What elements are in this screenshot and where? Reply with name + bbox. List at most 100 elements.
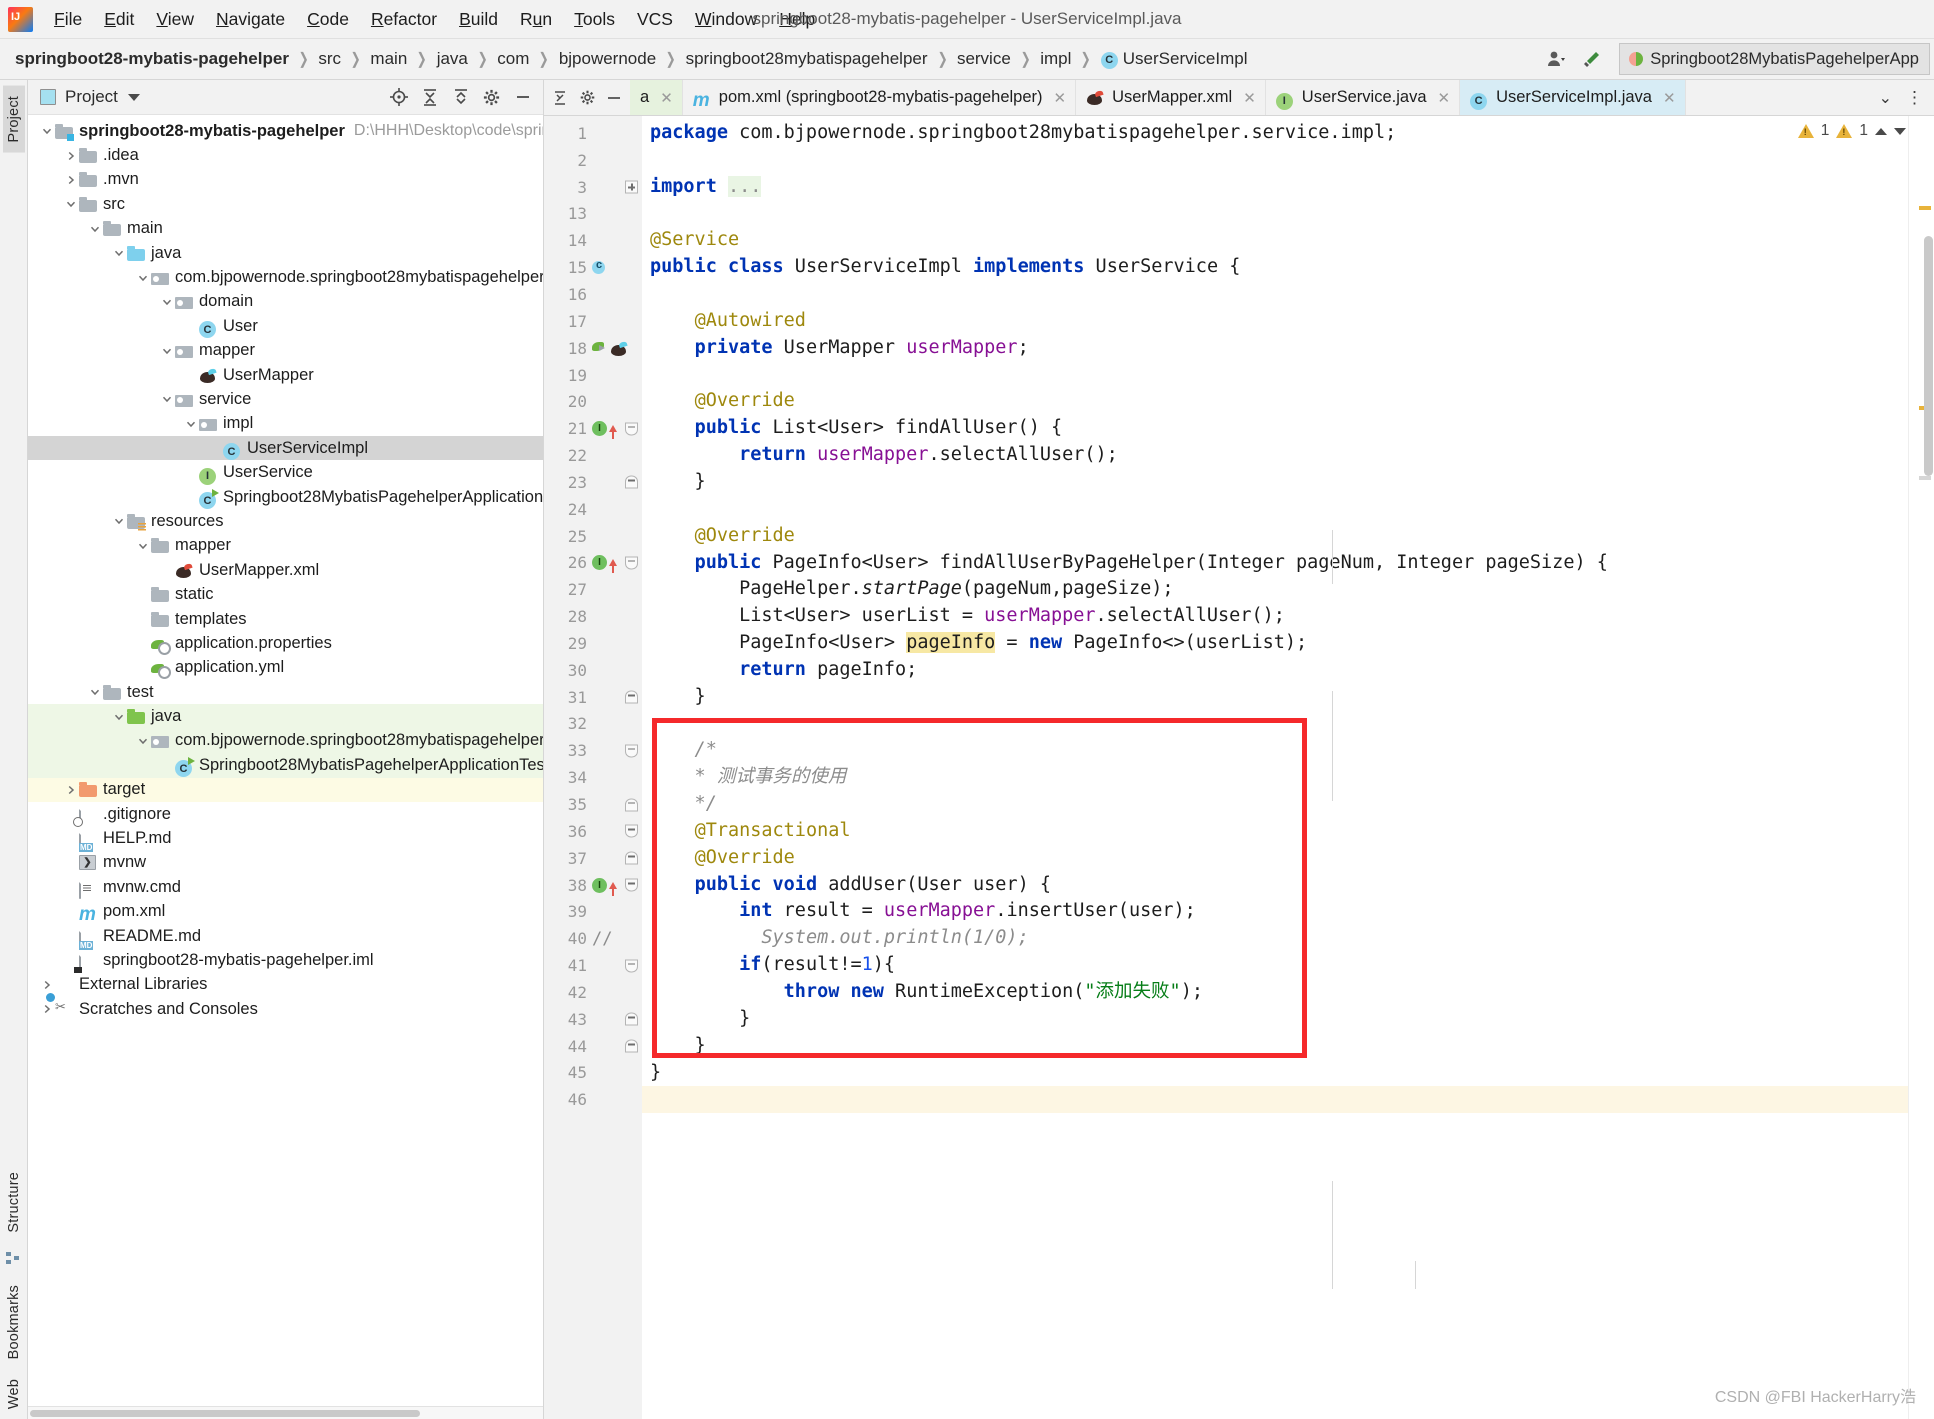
warning-marker[interactable] bbox=[1919, 206, 1931, 210]
gutter-line[interactable]: 37 bbox=[544, 845, 642, 872]
code-editor[interactable]: 123131415161718192021I2223242526I2728293… bbox=[544, 116, 1934, 1419]
editor-vertical-scrollbar[interactable] bbox=[1924, 236, 1933, 476]
implementing-method-icon[interactable]: I bbox=[592, 555, 608, 571]
menu-refactor[interactable]: Refactor bbox=[360, 6, 448, 33]
tree-node-static[interactable]: static bbox=[28, 582, 543, 606]
gutter-line[interactable]: 17 bbox=[544, 308, 642, 335]
chevron-right-icon[interactable] bbox=[38, 1003, 55, 1015]
inspection-status[interactable]: 1 1 bbox=[1797, 122, 1906, 140]
code-line[interactable]: } bbox=[642, 1060, 1908, 1087]
chevron-down-icon[interactable] bbox=[110, 247, 127, 259]
code-line[interactable]: @Override bbox=[642, 388, 1908, 415]
tool-tab-project[interactable]: Project bbox=[2, 86, 25, 153]
code-line[interactable]: return userMapper.selectAllUser(); bbox=[642, 442, 1908, 469]
gutter-line[interactable]: 1 bbox=[544, 120, 642, 147]
code-line[interactable] bbox=[642, 711, 1908, 738]
gutter-line[interactable]: 20 bbox=[544, 388, 642, 415]
chevron-right-icon[interactable] bbox=[62, 174, 79, 186]
tree-node-mapper[interactable]: mapper bbox=[28, 534, 543, 558]
tree-node-userservice[interactable]: I UserService bbox=[28, 460, 543, 485]
tree-node-com-bjpowernode-springboot28mybatispagehelper[interactable]: com.bjpowernode.springboot28mybatispageh… bbox=[28, 728, 543, 754]
menu-tools[interactable]: Tools bbox=[563, 6, 626, 33]
code-line[interactable]: } bbox=[642, 1006, 1908, 1033]
tree-node-mapper[interactable]: mapper bbox=[28, 339, 543, 363]
tree-node-springboot28-mybatis-pagehelper[interactable]: springboot28-mybatis-pagehelper D:\HHH\De… bbox=[28, 119, 543, 143]
breadcrumb-springboot28mybatispagehelper[interactable]: springboot28mybatispagehelper bbox=[683, 47, 931, 71]
gutter-line[interactable]: 26 I bbox=[544, 550, 642, 577]
inspection-gutter[interactable] bbox=[1908, 116, 1934, 1419]
gutter-line[interactable]: 18 bbox=[544, 335, 642, 362]
gutter-line[interactable]: 19 bbox=[544, 362, 642, 389]
gutter-line[interactable]: 3 bbox=[544, 174, 642, 201]
code-line[interactable]: } bbox=[642, 469, 1908, 496]
breadcrumb-project[interactable]: springboot28-mybatis-pagehelper bbox=[12, 47, 292, 71]
menu-file[interactable]: File bbox=[43, 6, 93, 33]
tree-node-springboot28mybatispagehelperapplicationtests[interactable]: C Springboot28MybatisPagehelperApplicatio… bbox=[28, 753, 543, 778]
editor-tab-pom-xml-springboot28-mybatis-pagehelper-[interactable]: m pom.xml (springboot28-mybatis-pagehelpe… bbox=[682, 80, 1077, 115]
code-content[interactable]: package com.bjpowernode.springboot28myba… bbox=[642, 116, 1908, 1419]
code-line[interactable]: package com.bjpowernode.springboot28myba… bbox=[642, 120, 1908, 147]
code-fold-cup-icon[interactable] bbox=[625, 798, 638, 812]
code-line[interactable] bbox=[642, 201, 1908, 228]
gutter-line[interactable]: 35 bbox=[544, 791, 642, 818]
breadcrumb-main[interactable]: main bbox=[367, 47, 410, 71]
code-line[interactable]: public class UserServiceImpl implements … bbox=[642, 254, 1908, 281]
editor-tab-usermapper-xml[interactable]: UserMapper.xml ✕ bbox=[1076, 80, 1266, 115]
chevron-down-icon[interactable] bbox=[38, 125, 55, 137]
gutter-line[interactable]: 14 bbox=[544, 227, 642, 254]
gutter-line[interactable]: 21 I bbox=[544, 415, 642, 442]
close-icon[interactable]: ✕ bbox=[1243, 89, 1256, 107]
code-fold-cdown-icon[interactable] bbox=[625, 959, 638, 973]
tree-node-userserviceimpl[interactable]: C UserServiceImpl bbox=[28, 436, 543, 461]
code-line[interactable]: public PageInfo<User> findAllUserByPageH… bbox=[642, 550, 1908, 577]
settings-gear-icon[interactable] bbox=[477, 84, 506, 111]
menu-navigate[interactable]: Navigate bbox=[205, 6, 296, 33]
editor-gutter[interactable]: 123131415161718192021I2223242526I2728293… bbox=[544, 116, 642, 1419]
breadcrumb-service[interactable]: service bbox=[954, 47, 1014, 71]
code-line[interactable]: private UserMapper userMapper; bbox=[642, 335, 1908, 362]
hide-icon[interactable] bbox=[508, 84, 537, 111]
code-line[interactable]: @Transactional bbox=[642, 818, 1908, 845]
tree-node-springboot28-mybatis-pagehelper-iml[interactable]: springboot28-mybatis-pagehelper.iml bbox=[28, 948, 543, 972]
gutter-line[interactable]: 46 bbox=[544, 1086, 642, 1113]
chevron-down-icon[interactable] bbox=[110, 711, 127, 723]
breadcrumb-java[interactable]: java bbox=[434, 47, 471, 71]
tree-node-scratches-and-consoles[interactable]: Scratches and Consoles bbox=[28, 997, 543, 1021]
menu-edit[interactable]: Edit bbox=[93, 6, 145, 33]
gutter-line[interactable]: 34 bbox=[544, 764, 642, 791]
tree-node-src[interactable]: src bbox=[28, 192, 543, 216]
breadcrumb-src[interactable]: src bbox=[315, 47, 344, 71]
mybatis-mapper-icon[interactable] bbox=[610, 342, 627, 358]
code-fold-cdown-icon[interactable] bbox=[625, 878, 638, 892]
tree-node-external-libraries[interactable]: External Libraries bbox=[28, 973, 543, 997]
code-fold-cup-icon[interactable] bbox=[625, 1039, 638, 1053]
gutter-line[interactable]: 27 bbox=[544, 576, 642, 603]
tree-node-domain[interactable]: domain bbox=[28, 290, 543, 314]
chevron-down-icon[interactable] bbox=[62, 198, 79, 210]
tree-node-application-properties[interactable]: application.properties bbox=[28, 631, 543, 655]
code-line[interactable]: int result = userMapper.insertUser(user)… bbox=[642, 898, 1908, 925]
menu-code[interactable]: Code bbox=[296, 6, 360, 33]
implementing-method-icon[interactable]: I bbox=[592, 877, 608, 893]
code-line[interactable]: if(result!=1){ bbox=[642, 952, 1908, 979]
gutter-line[interactable]: 28 bbox=[544, 603, 642, 630]
structure-icon[interactable] bbox=[5, 1250, 23, 1268]
locate-icon[interactable] bbox=[384, 84, 413, 111]
gutter-line[interactable]: 16 bbox=[544, 281, 642, 308]
tree-node-service[interactable]: service bbox=[28, 387, 543, 411]
more-vertical-icon[interactable]: ⋮ bbox=[1901, 88, 1928, 108]
tree-node-main[interactable]: main bbox=[28, 217, 543, 241]
code-line[interactable]: * 测试事务的使用 bbox=[642, 764, 1908, 791]
spring-autowired-icon[interactable] bbox=[592, 340, 608, 356]
code-line[interactable]: @Override bbox=[642, 523, 1908, 550]
expand-icon[interactable] bbox=[446, 84, 475, 111]
run-configuration-selector[interactable]: Springboot28MybatisPagehelperApp bbox=[1619, 43, 1930, 75]
code-line[interactable]: /* bbox=[642, 737, 1908, 764]
menu-vcs[interactable]: VCS bbox=[626, 6, 684, 33]
code-fold-cup-icon[interactable] bbox=[625, 475, 638, 489]
chevron-down-icon[interactable] bbox=[127, 93, 140, 101]
gutter-line[interactable]: 23 bbox=[544, 469, 642, 496]
tree-node-com-bjpowernode-springboot28mybatispagehelper[interactable]: com.bjpowernode.springboot28mybatispageh… bbox=[28, 265, 543, 289]
gutter-line[interactable]: 33 bbox=[544, 737, 642, 764]
gutter-line[interactable]: 38 I bbox=[544, 872, 642, 899]
